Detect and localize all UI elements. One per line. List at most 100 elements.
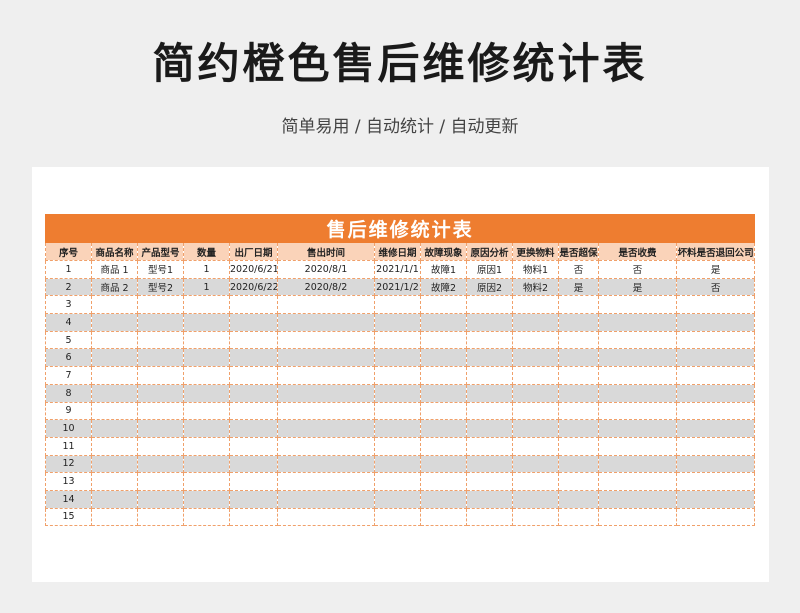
table-cell[interactable] <box>229 507 278 527</box>
table-cell[interactable]: 2020/8/1 <box>277 260 375 279</box>
table-cell[interactable] <box>675 383 756 403</box>
table-cell[interactable] <box>466 366 513 385</box>
table-cell[interactable]: 原因1 <box>466 260 513 279</box>
table-cell[interactable] <box>277 419 375 438</box>
table-cell[interactable] <box>598 507 677 527</box>
table-cell[interactable]: 2020/8/2 <box>277 277 375 297</box>
table-cell[interactable] <box>277 454 375 474</box>
table-cell[interactable] <box>558 401 599 421</box>
table-cell[interactable]: 2020/6/22 <box>229 277 278 297</box>
table-cell[interactable] <box>91 436 138 456</box>
table-cell[interactable] <box>558 436 599 456</box>
table-cell[interactable] <box>675 419 756 438</box>
table-cell[interactable] <box>137 366 184 385</box>
table-cell[interactable]: 原因2 <box>466 277 513 297</box>
table-cell[interactable] <box>91 419 138 438</box>
table-cell[interactable] <box>598 366 677 385</box>
table-cell[interactable] <box>558 313 599 332</box>
table-cell[interactable]: 商品 2 <box>91 277 138 297</box>
table-cell[interactable] <box>512 383 559 403</box>
table-cell[interactable] <box>598 489 677 509</box>
table-cell[interactable] <box>277 366 375 385</box>
table-cell[interactable] <box>598 401 677 421</box>
table-cell[interactable]: 8 <box>45 383 92 403</box>
table-cell[interactable]: 2 <box>45 277 92 297</box>
table-cell[interactable] <box>277 295 375 315</box>
table-cell[interactable] <box>374 419 421 438</box>
table-cell[interactable] <box>675 313 756 332</box>
table-cell[interactable]: 是 <box>598 277 677 297</box>
table-cell[interactable] <box>512 295 559 315</box>
table-cell[interactable] <box>466 454 513 474</box>
table-cell[interactable] <box>466 348 513 368</box>
table-cell[interactable] <box>91 348 138 368</box>
table-cell[interactable] <box>374 489 421 509</box>
table-cell[interactable]: 14 <box>45 489 92 509</box>
table-cell[interactable]: 7 <box>45 366 92 385</box>
table-cell[interactable] <box>598 330 677 350</box>
table-cell[interactable] <box>512 348 559 368</box>
table-cell[interactable]: 1 <box>183 277 230 297</box>
table-cell[interactable] <box>137 454 184 474</box>
table-cell[interactable]: 2021/1/2 <box>374 277 421 297</box>
table-cell[interactable] <box>137 330 184 350</box>
table-cell[interactable] <box>229 366 278 385</box>
table-cell[interactable] <box>374 313 421 332</box>
table-cell[interactable] <box>466 472 513 491</box>
table-cell[interactable] <box>183 436 230 456</box>
table-cell[interactable] <box>558 366 599 385</box>
table-cell[interactable] <box>466 295 513 315</box>
table-cell[interactable] <box>91 313 138 332</box>
table-cell[interactable] <box>91 366 138 385</box>
table-cell[interactable] <box>420 383 467 403</box>
table-cell[interactable] <box>277 330 375 350</box>
table-cell[interactable] <box>229 419 278 438</box>
table-cell[interactable] <box>675 489 756 509</box>
table-cell[interactable] <box>466 419 513 438</box>
table-cell[interactable] <box>466 489 513 509</box>
table-cell[interactable] <box>91 454 138 474</box>
table-cell[interactable]: 5 <box>45 330 92 350</box>
table-cell[interactable] <box>137 472 184 491</box>
table-cell[interactable] <box>137 383 184 403</box>
table-cell[interactable] <box>420 330 467 350</box>
table-cell[interactable] <box>558 472 599 491</box>
table-cell[interactable] <box>229 472 278 491</box>
table-cell[interactable] <box>374 383 421 403</box>
table-cell[interactable] <box>420 295 467 315</box>
table-cell[interactable] <box>598 472 677 491</box>
table-cell[interactable] <box>675 472 756 491</box>
table-cell[interactable] <box>558 330 599 350</box>
table-cell[interactable] <box>183 472 230 491</box>
table-cell[interactable] <box>183 295 230 315</box>
table-cell[interactable] <box>374 472 421 491</box>
table-cell[interactable] <box>183 489 230 509</box>
table-cell[interactable] <box>277 383 375 403</box>
table-cell[interactable] <box>374 436 421 456</box>
table-cell[interactable] <box>91 472 138 491</box>
table-cell[interactable]: 10 <box>45 419 92 438</box>
table-cell[interactable]: 是 <box>558 277 599 297</box>
table-cell[interactable] <box>374 366 421 385</box>
table-cell[interactable]: 否 <box>598 260 677 279</box>
table-cell[interactable] <box>598 313 677 332</box>
table-cell[interactable] <box>91 330 138 350</box>
table-cell[interactable]: 6 <box>45 348 92 368</box>
table-cell[interactable] <box>512 436 559 456</box>
table-cell[interactable] <box>512 366 559 385</box>
table-cell[interactable] <box>277 472 375 491</box>
table-cell[interactable] <box>229 436 278 456</box>
table-cell[interactable] <box>420 419 467 438</box>
table-cell[interactable] <box>598 419 677 438</box>
table-cell[interactable]: 2021/1/1 <box>374 260 421 279</box>
table-cell[interactable] <box>598 383 677 403</box>
table-cell[interactable] <box>675 454 756 474</box>
table-cell[interactable] <box>420 436 467 456</box>
table-cell[interactable] <box>512 330 559 350</box>
table-cell[interactable] <box>466 313 513 332</box>
table-cell[interactable] <box>420 472 467 491</box>
table-cell[interactable] <box>183 454 230 474</box>
table-cell[interactable] <box>512 419 559 438</box>
table-cell[interactable] <box>91 489 138 509</box>
table-cell[interactable] <box>512 489 559 509</box>
